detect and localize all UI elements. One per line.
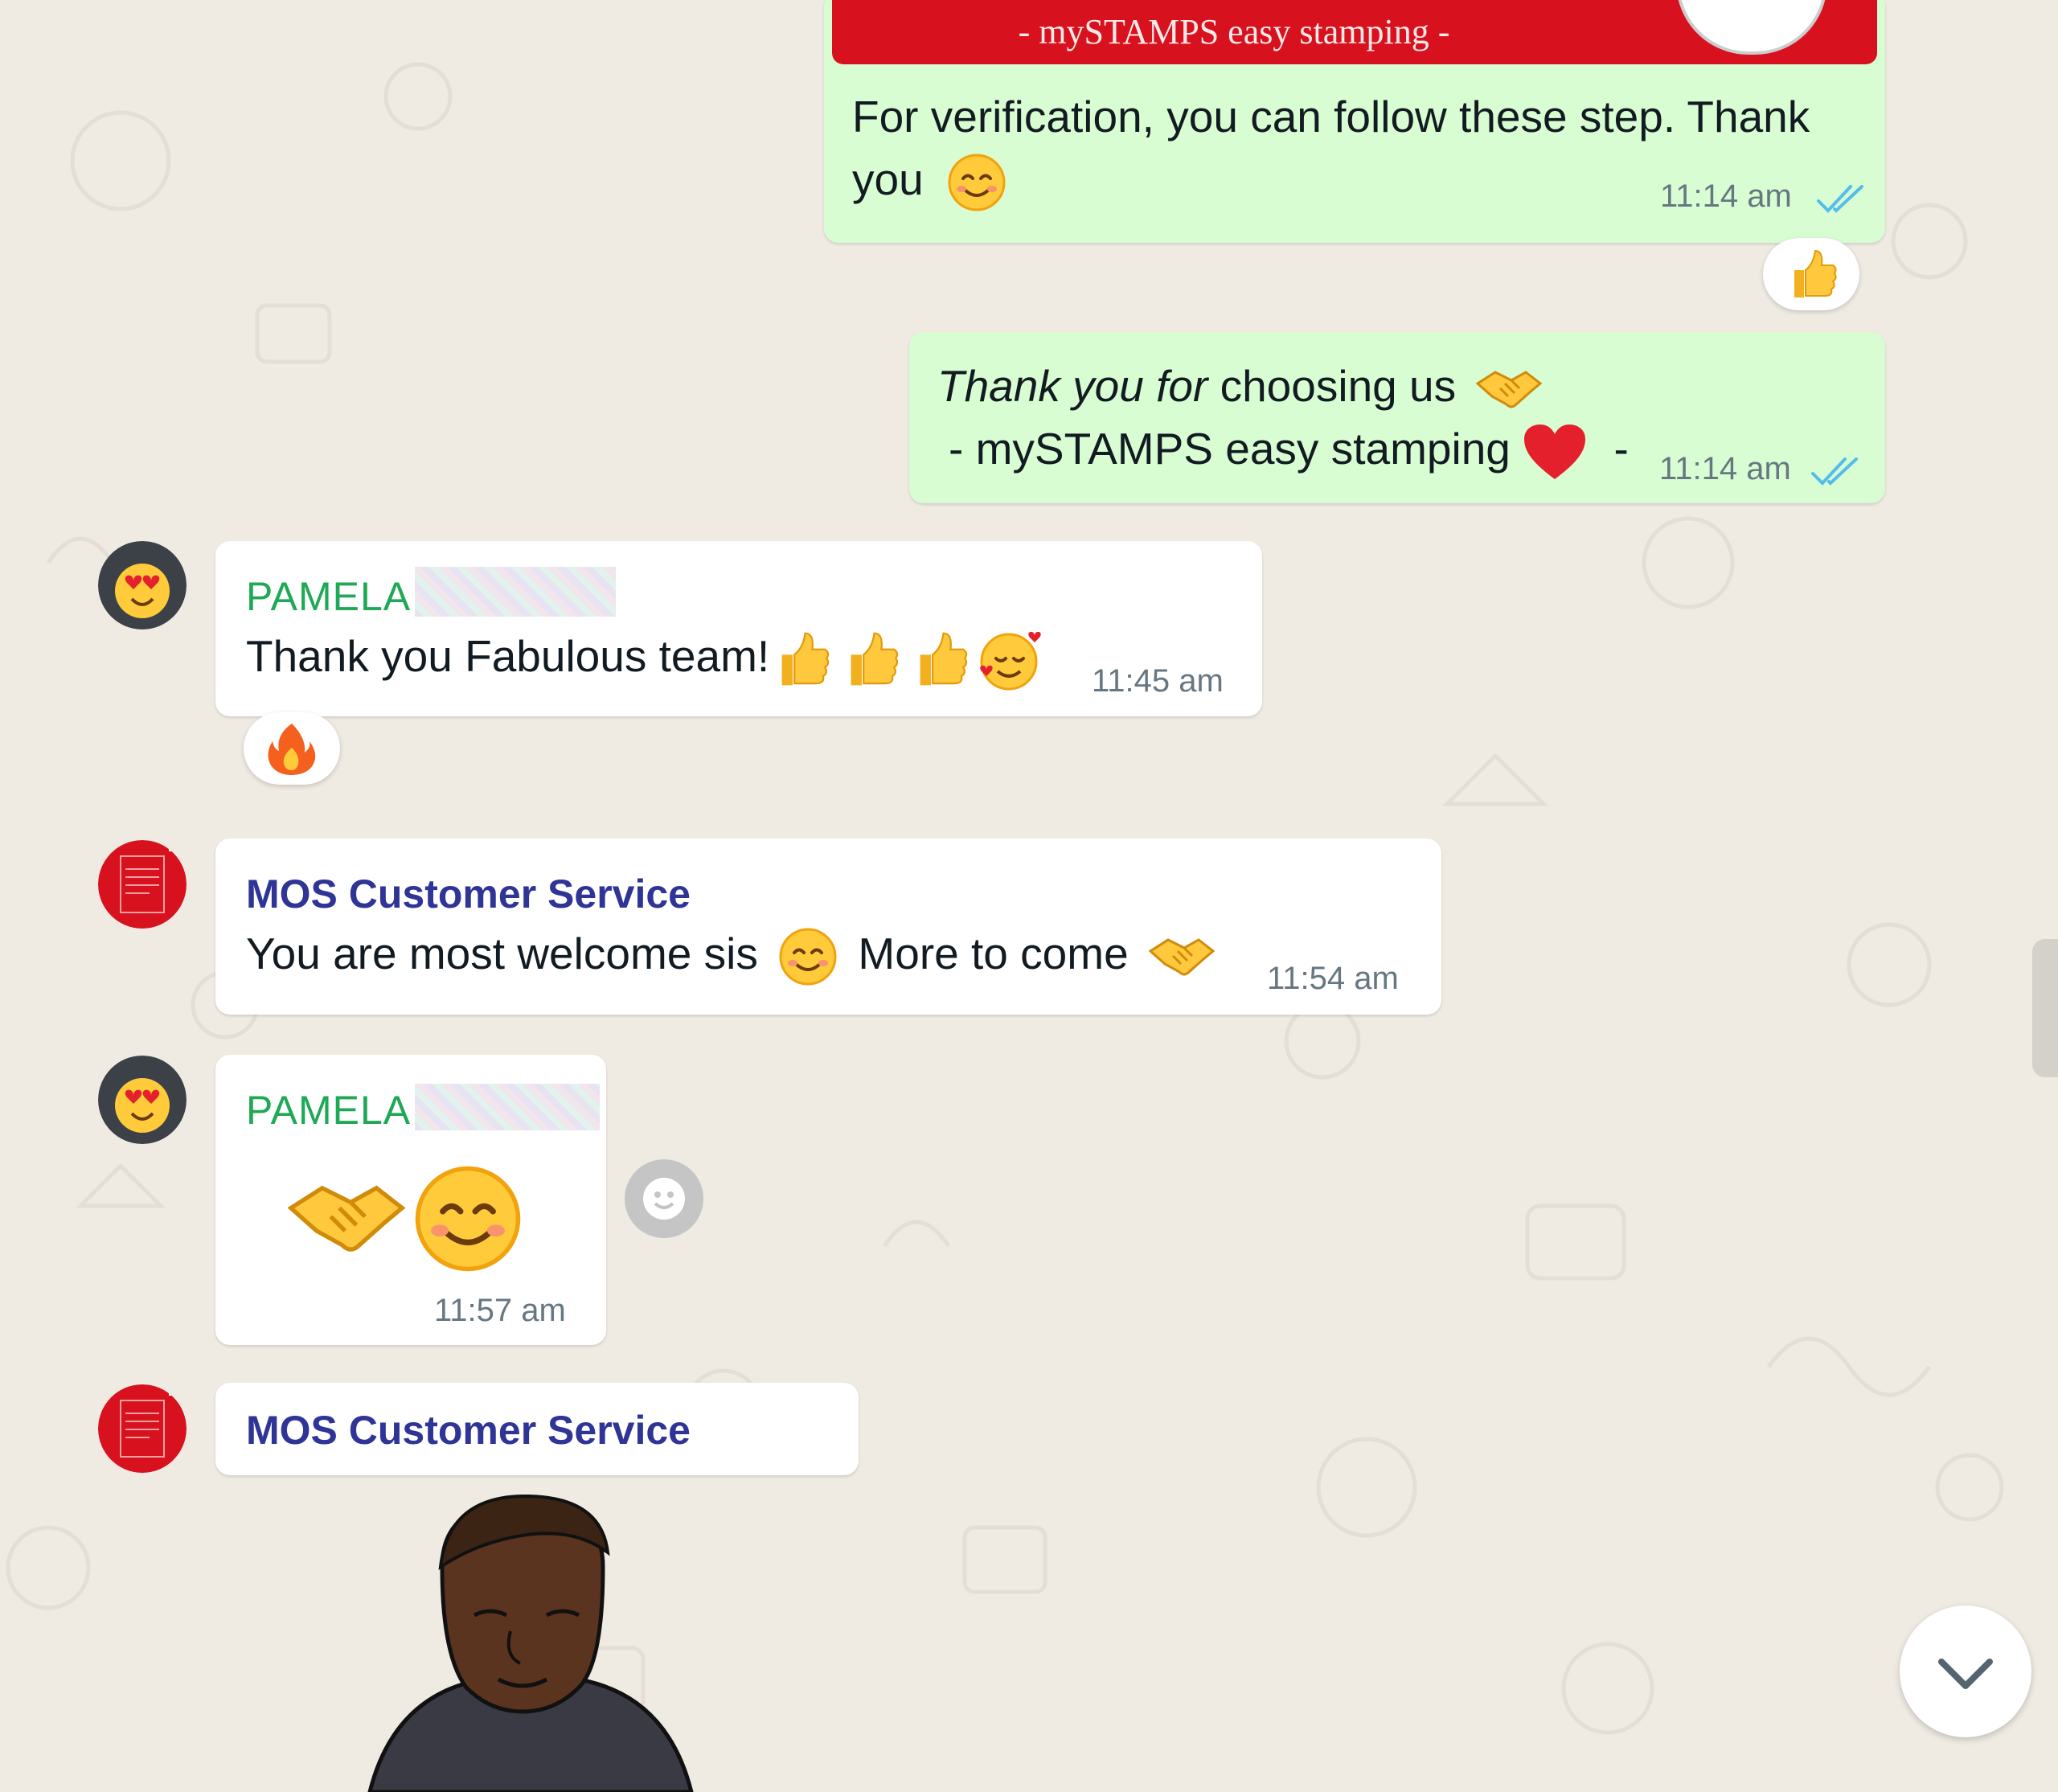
message-time: 11:54 am <box>1267 961 1399 996</box>
avatar-pamela[interactable] <box>98 541 187 629</box>
handshake-emoji-icon <box>1148 938 1216 976</box>
message-bubble-incoming[interactable]: MOS Customer Service You are most welcom… <box>215 839 1441 1015</box>
avatar-mos-customer-service[interactable] <box>98 1384 187 1473</box>
message-text-line: choosing us <box>1220 361 1457 411</box>
scroll-to-bottom-button[interactable] <box>1900 1605 2031 1737</box>
add-reaction-button[interactable] <box>625 1159 703 1238</box>
message-text-line: More to come <box>858 929 1129 978</box>
banner-text: - mySTAMPS easy stamping - <box>1018 12 1450 51</box>
chevron-down-icon <box>1938 1659 1993 1689</box>
double-check-read-icon <box>1811 457 1858 486</box>
handshake-emoji-icon <box>1475 371 1543 408</box>
message-bubble-outgoing[interactable]: Thank you for choosing us - mySTAMPS eas… <box>909 332 1885 503</box>
smiling-face-emoji-icon <box>415 1166 521 1272</box>
fire-emoji-icon <box>268 724 316 775</box>
banner-logo-circle <box>1676 0 1827 55</box>
message-reaction[interactable] <box>244 712 340 785</box>
message-time: 11:45 am <box>1092 663 1224 699</box>
message-text-line: You are most welcome sis <box>246 929 758 978</box>
redacted-phone-number <box>415 567 616 617</box>
italic-text: Thank you for <box>937 361 1208 411</box>
smiling-face-emoji-icon <box>779 928 837 986</box>
smiling-face-with-hearts-emoji-icon <box>980 632 1041 691</box>
message-bubble-outgoing[interactable]: - mySTAMPS easy stamping - For verificat… <box>824 0 1885 243</box>
sender-name[interactable]: PAMELA <box>246 573 411 620</box>
message-text-line: - mySTAMPS easy stamping <box>949 424 1511 474</box>
message-bubble-incoming[interactable]: PAMELA Thank you Fabulous team! 11:45 am <box>215 541 1262 716</box>
message-text-line: Thank you Fabulous team! <box>246 631 770 681</box>
sender-name[interactable]: PAMELA <box>246 1087 411 1134</box>
smiley-icon <box>643 1178 685 1220</box>
thumbs-up-emoji-icon <box>1794 249 1837 297</box>
red-heart-emoji-icon <box>1524 424 1586 480</box>
message-text-line: you <box>852 154 924 204</box>
redacted-phone-number <box>415 1084 600 1130</box>
handshake-emoji-icon <box>288 1185 405 1252</box>
message-time: 11:57 am <box>434 1293 566 1328</box>
image-banner[interactable]: - mySTAMPS easy stamping - <box>832 0 1877 64</box>
avatar-pamela[interactable] <box>98 1056 187 1144</box>
thumbs-up-emoji-icon <box>920 633 968 686</box>
double-check-read-icon <box>1817 185 1863 213</box>
message-bubble-incoming[interactable]: PAMELA 11:57 am <box>215 1055 606 1345</box>
sender-name[interactable]: MOS Customer Service <box>246 1407 691 1454</box>
sticker-man-illustration[interactable] <box>354 1495 756 1792</box>
message-text: Thank you Fabulous team! <box>246 625 1043 692</box>
scrollbar-thumb[interactable] <box>2032 939 2058 1077</box>
thumbs-up-emoji-icon <box>851 633 899 686</box>
message-text: You are most welcome sis More to come <box>246 922 1216 986</box>
message-text-line: For verification, you can follow these s… <box>852 92 1810 141</box>
message-reaction[interactable] <box>1763 238 1859 310</box>
avatar-mos-customer-service[interactable] <box>98 840 187 929</box>
message-text-line: - <box>1613 424 1629 474</box>
sender-name[interactable]: MOS Customer Service <box>246 871 691 917</box>
message-text: Thank you for choosing us - mySTAMPS eas… <box>937 355 1629 481</box>
message-time: 11:14 am <box>1660 178 1792 214</box>
thumbs-up-emoji-icon <box>781 633 830 686</box>
message-time: 11:14 am <box>1659 451 1791 486</box>
message-bubble-incoming[interactable]: MOS Customer Service <box>215 1383 859 1475</box>
smiling-face-emoji-icon <box>948 154 1006 211</box>
